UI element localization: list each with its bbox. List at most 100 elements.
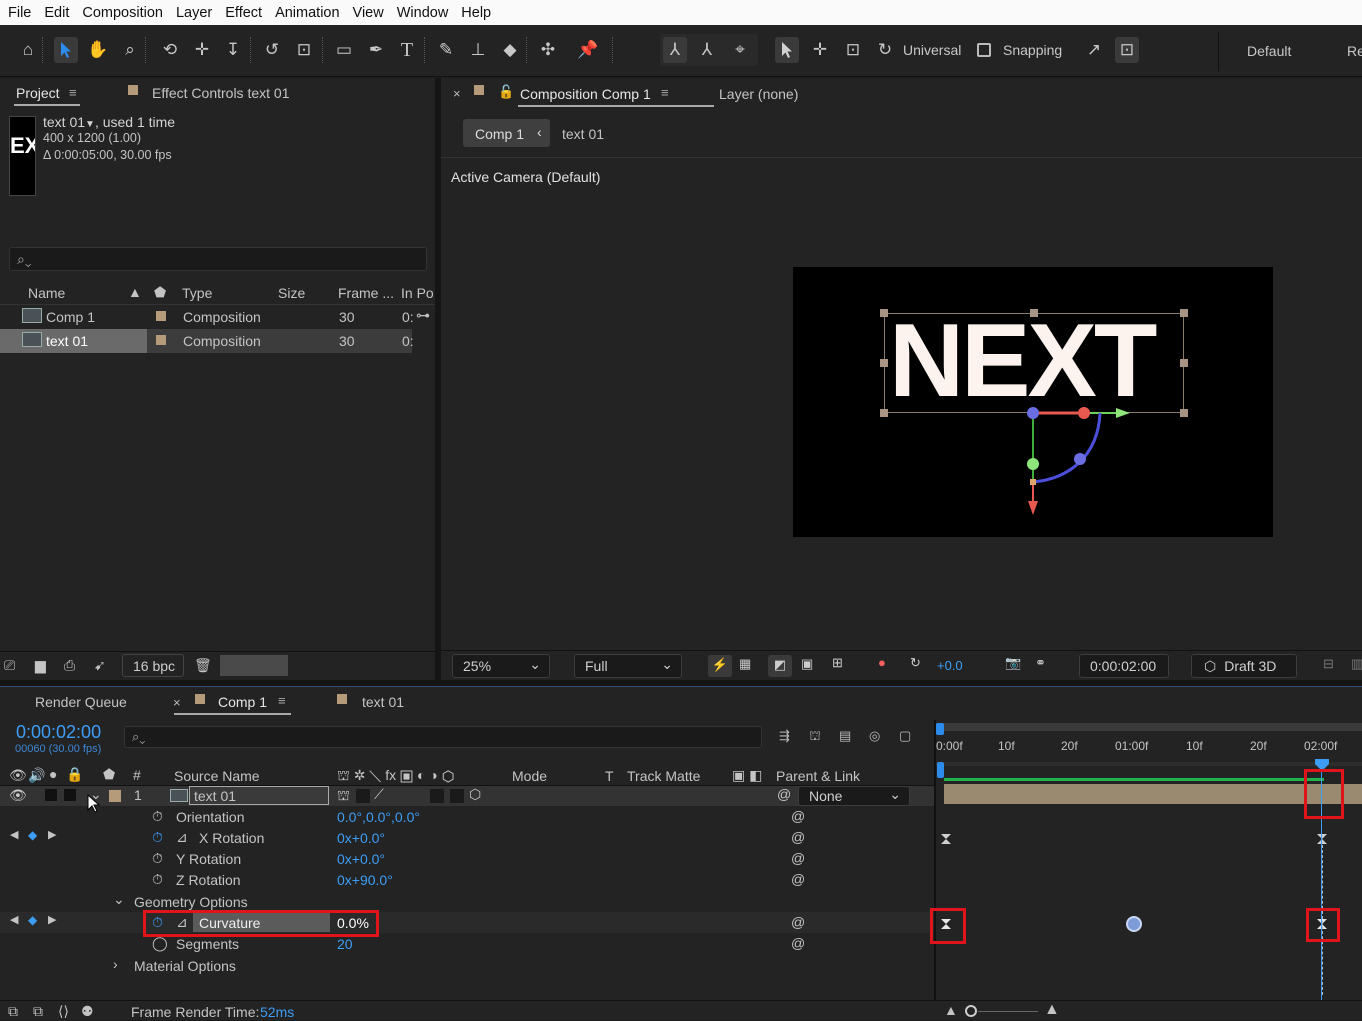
mask-visibility-icon[interactable]: ◩	[768, 655, 792, 677]
pan-camera-icon[interactable]: ✛	[190, 37, 214, 63]
close-tab-icon[interactable]: ×	[173, 695, 181, 710]
stopwatch-icon[interactable]: ⏱	[152, 829, 163, 846]
zoom-tool-icon[interactable]: ⌕	[118, 37, 142, 63]
snapping-checkbox[interactable]	[977, 43, 991, 57]
time-ruler[interactable]: 0:00f 10f 20f 01:00f 10f 20f 02:00f	[936, 737, 1362, 760]
fast-previews-icon[interactable]: ⚡	[708, 655, 732, 677]
quality-slash-icon[interactable]: ⟋	[374, 786, 384, 803]
frame-blending-icon[interactable]: ◎	[869, 728, 880, 744]
breadcrumb-text01[interactable]: text 01	[562, 126, 604, 142]
transform-handle[interactable]	[1030, 309, 1038, 317]
clone-stamp-tool-icon[interactable]: ⊥	[466, 37, 490, 63]
layer-duration-bar[interactable]	[944, 784, 1362, 804]
pick-whip-icon[interactable]: @	[791, 871, 805, 887]
column-source-name[interactable]: Source Name	[174, 768, 260, 784]
transform-handle[interactable]	[1180, 409, 1188, 417]
world-axis-icon[interactable]: ⅄	[695, 37, 719, 63]
current-time-display[interactable]: 0:00:02:00	[16, 722, 101, 743]
pick-whip-icon[interactable]: @	[791, 829, 805, 845]
menu-composition[interactable]: Composition	[76, 5, 169, 21]
roto-brush-tool-icon[interactable]: ✣	[536, 37, 560, 63]
panel-menu-icon[interactable]: ≡	[69, 85, 77, 100]
lock-icon[interactable]: 🔓	[498, 84, 514, 100]
in-point-marker[interactable]	[937, 762, 944, 778]
timeline-zoom-slider-handle[interactable]	[965, 1005, 977, 1017]
composition-mini-flowchart-icon[interactable]: ⇶	[779, 728, 790, 744]
pick-whip-icon[interactable]: @	[791, 935, 805, 951]
rotation-gizmo[interactable]	[1018, 397, 1138, 522]
work-area-bar[interactable]	[936, 723, 1362, 731]
draft-3d-icon[interactable]: ⛫	[809, 728, 821, 746]
column-preserve-transparency[interactable]: T	[605, 768, 614, 784]
project-search-input[interactable]: ⌕⌄	[9, 247, 427, 271]
keyframe-hold-icon[interactable]	[1316, 833, 1328, 845]
3d-layer-cube-icon[interactable]: ⬡	[469, 786, 481, 803]
zoom-in-icon[interactable]: ▲	[1044, 1001, 1060, 1019]
parent-dropdown[interactable]: None ⌄	[798, 786, 910, 806]
menu-window[interactable]: Window	[391, 5, 455, 21]
shy-layers-icon[interactable]: ▤	[839, 728, 851, 744]
menu-help[interactable]: Help	[455, 5, 497, 21]
column-name[interactable]: Name	[28, 285, 65, 301]
graph-icon[interactable]: ⊿	[176, 829, 188, 846]
eye-icon[interactable]: 👁	[9, 787, 27, 804]
tab-composition[interactable]: Composition Comp 1	[520, 86, 651, 102]
transform-handle[interactable]	[880, 309, 888, 317]
tab-effect-controls[interactable]: Effect Controls text 01	[152, 85, 289, 101]
tab-project[interactable]: Project	[16, 85, 60, 101]
puppet-pin-tool-icon[interactable]: 📌	[576, 37, 600, 63]
menu-file[interactable]: File	[0, 5, 37, 21]
property-value[interactable]: 0x+0.0°	[337, 851, 385, 867]
rotate-gizmo-icon[interactable]: ↻	[873, 37, 897, 63]
adjustment-layer-switch[interactable]	[450, 789, 464, 803]
resolution-dropdown[interactable]: Full ⌄	[574, 654, 682, 678]
view-axis-icon[interactable]: ⌖	[728, 37, 752, 63]
trash-icon[interactable]: 🗑	[194, 657, 212, 674]
label-tag-icon[interactable]: ⬟	[154, 284, 166, 301]
pen-tool-icon[interactable]: ✒	[364, 37, 388, 63]
column-in-point[interactable]: In Po	[401, 285, 434, 301]
zoom-out-icon[interactable]: ▲	[944, 1002, 958, 1018]
workspace-next[interactable]: Re	[1347, 43, 1362, 59]
column-type[interactable]: Type	[182, 285, 212, 301]
type-tool-icon[interactable]: T	[395, 37, 419, 63]
snap-edge-icon[interactable]: ↗	[1082, 37, 1106, 63]
tab-layer[interactable]: Layer (none)	[719, 86, 798, 102]
panel-menu-icon[interactable]: ≡	[661, 85, 669, 100]
segments-value[interactable]: 20	[337, 936, 353, 952]
timeline-layer-row[interactable]: 👁 ⌄ 1 text 01 ⛫ ⟋ ⬡ @ None ⌄	[0, 786, 934, 806]
column-size[interactable]: Size	[278, 285, 305, 301]
tab-render-queue[interactable]: Render Queue	[35, 694, 127, 710]
column-parent-link[interactable]: Parent & Link	[776, 768, 860, 784]
show-snapshot-icon[interactable]: ⚭	[1035, 655, 1046, 671]
solo-dot-icon[interactable]: ●	[49, 766, 57, 782]
menu-view[interactable]: View	[347, 5, 390, 21]
3d-view-layout-icon[interactable]: ⊟	[1323, 656, 1334, 672]
new-folder-icon[interactable]: ▆	[35, 657, 46, 674]
pick-whip-icon[interactable]: @	[777, 786, 791, 802]
work-area-start-handle[interactable]	[936, 723, 944, 735]
current-time-field[interactable]: 0:00:02:00	[1079, 654, 1169, 678]
chevron-down-icon[interactable]: ⌄	[113, 891, 125, 908]
collapse-transform-switch-icon[interactable]: ⛫	[337, 787, 350, 806]
project-row[interactable]: Comp 1 Composition 30 0: ⊶	[0, 305, 435, 329]
tab-text01-timeline[interactable]: text 01	[362, 694, 404, 710]
solo-checkbox[interactable]	[45, 789, 57, 801]
column-mode[interactable]: Mode	[512, 768, 547, 784]
in-out-toggle-icon[interactable]: ⟨⟩	[58, 1003, 69, 1020]
label-tag-icon[interactable]: ⬟	[103, 766, 115, 783]
label-color-chip[interactable]	[156, 335, 166, 345]
previous-keyframe-icon[interactable]: ◀	[10, 828, 18, 841]
transform-handle[interactable]	[1180, 359, 1188, 367]
menu-edit[interactable]: Edit	[38, 5, 75, 21]
pick-whip-icon[interactable]: @	[791, 808, 805, 824]
local-axis-icon[interactable]: ⅄	[663, 37, 687, 63]
panel-menu-icon[interactable]: ≡	[278, 693, 286, 708]
stopwatch-icon[interactable]: ⏱	[152, 808, 163, 825]
brush-tool-icon[interactable]: ✎	[434, 37, 458, 63]
property-value[interactable]: 0x+0.0°	[337, 830, 385, 846]
exposure-value[interactable]: +0.0	[937, 658, 963, 673]
add-keyframe-icon[interactable]: ◆	[28, 913, 37, 927]
project-row-selected[interactable]: text 01 Composition 30 0:	[0, 329, 414, 353]
time-graph[interactable]: 0:00f 10f 20f 01:00f 10f 20f 02:00f	[930, 720, 1362, 1000]
